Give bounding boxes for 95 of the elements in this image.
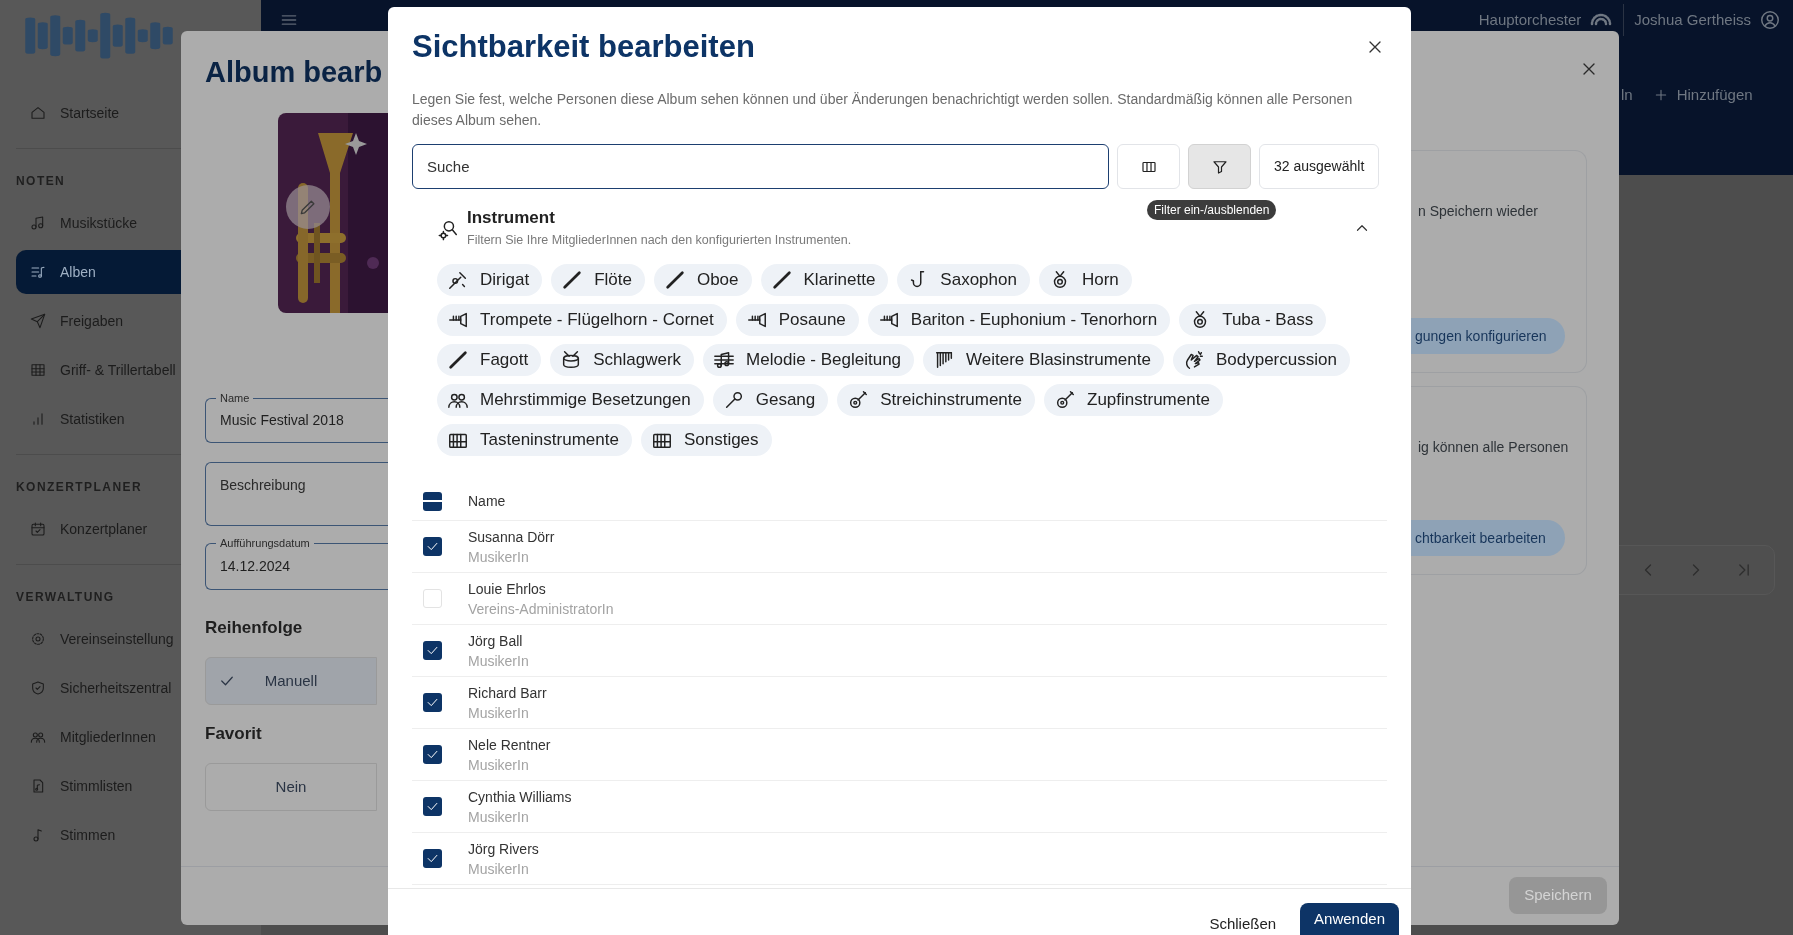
- apply-button[interactable]: Anwenden: [1300, 903, 1399, 935]
- search-field[interactable]: Suche: [412, 144, 1109, 189]
- checkbox[interactable]: [423, 589, 442, 608]
- member-role: MusikerIn: [468, 547, 530, 567]
- flute-icon: [663, 269, 686, 291]
- filter-chip[interactable]: Horn: [1038, 264, 1132, 296]
- close-button[interactable]: Schließen: [1209, 913, 1277, 935]
- flute-icon: [561, 269, 584, 291]
- member-name: Jörg Rivers: [468, 839, 539, 859]
- card-button[interactable]: chtbarkeit bearbeiten: [1411, 520, 1565, 556]
- member-role: MusikerIn: [468, 651, 529, 671]
- section-subtitle: Filtern Sie Ihre MitgliederInnen nach den konfigurierten Instrumenten.: [467, 232, 852, 249]
- filter-chip[interactable]: Flöte: [551, 264, 645, 296]
- field-label: Name: [216, 391, 254, 405]
- section-heading: NOTEN: [16, 173, 67, 190]
- filter-chip[interactable]: Bodypercussion: [1172, 344, 1350, 376]
- filter-chip[interactable]: Weitere Blasinstrumente: [923, 344, 1164, 376]
- filter-chip[interactable]: Klarinette: [760, 264, 889, 296]
- filter-chip[interactable]: Trompete - Flügelhorn - Cornet: [437, 304, 727, 336]
- filter-chip[interactable]: Bariton - Euphonium - Tenorhorn: [867, 304, 1171, 336]
- playlist-icon: [30, 264, 46, 280]
- add-button[interactable]: Hinzufügen: [1652, 84, 1753, 107]
- paper-plane-icon: [30, 313, 46, 329]
- field-value: Music Festival 2018: [220, 411, 344, 430]
- filter-chip[interactable]: Oboe: [653, 264, 752, 296]
- filter-chip[interactable]: Streichinstrumente: [837, 384, 1035, 416]
- shield-icon: [30, 680, 46, 696]
- selection-count: 32 ausgewählt: [1259, 144, 1380, 189]
- filter-chip[interactable]: Sonstiges: [640, 424, 772, 456]
- section-heading: Favorit: [205, 723, 263, 745]
- filter-chip[interactable]: Tasteninstrumente: [437, 424, 632, 456]
- checkbox[interactable]: [423, 641, 442, 660]
- music-notes-icon: [30, 215, 46, 231]
- filter-chip[interactable]: Mehrstimmige Besetzungen: [437, 384, 704, 416]
- field-placeholder: Beschreibung: [220, 476, 306, 495]
- member-role: MusikerIn: [468, 703, 530, 723]
- card-button[interactable]: gungen konfigurieren: [1411, 318, 1565, 354]
- bar-chart-icon: [30, 411, 46, 427]
- people-icon: [30, 729, 46, 745]
- settings-icon: [30, 631, 46, 647]
- filter-chip[interactable]: Schlagwerk: [550, 344, 695, 376]
- dialog-title: Sichtbarkeit bearbeiten: [412, 27, 755, 66]
- guitar-icon: [847, 389, 870, 411]
- filter-chip[interactable]: Tuba - Bass: [1179, 304, 1327, 336]
- org-name: Hauptorchester: [1478, 9, 1582, 30]
- toggle-button[interactable]: Manuell: [205, 657, 377, 705]
- sidebar-item[interactable]: Alben: [16, 250, 181, 294]
- dialog-title: Album bearb: [205, 55, 384, 90]
- member-role: MusikerIn: [468, 755, 530, 775]
- member-name: Nele Rentner: [468, 735, 551, 755]
- home-icon: [30, 105, 46, 121]
- flute-icon: [447, 349, 469, 371]
- checkbox[interactable]: [423, 537, 442, 556]
- member-name: Richard Barr: [468, 683, 547, 703]
- table-icon: [30, 362, 46, 378]
- guitar-icon: [1054, 389, 1076, 411]
- filter-chip[interactable]: Melodie - Begleitung: [703, 344, 915, 376]
- checkbox[interactable]: [423, 797, 442, 816]
- filter-chip[interactable]: Posaune: [735, 304, 859, 336]
- member-role: MusikerIn: [468, 807, 530, 827]
- user-name[interactable]: Joshua Gertheiss: [1634, 8, 1751, 32]
- checkbox[interactable]: [423, 849, 442, 868]
- filter-chip[interactable]: Saxophon: [897, 264, 1030, 296]
- member-name: Susanna Dörr: [468, 527, 555, 547]
- column-header: Name: [468, 491, 506, 511]
- card-text: n Speichern wieder: [1417, 202, 1538, 221]
- calendar-icon: [30, 521, 46, 537]
- card-text: ig können alle Personen: [1417, 438, 1569, 457]
- member-role: Vereins-AdministratorIn: [468, 599, 614, 619]
- filter-chip[interactable]: Dirigat: [437, 264, 543, 296]
- sheet-music-icon: [713, 349, 736, 371]
- section-title: Instrument: [467, 207, 556, 229]
- field-value: 14.12.2024: [220, 557, 291, 576]
- toggle-button[interactable]: Nein: [205, 763, 377, 811]
- checkbox[interactable]: [423, 745, 442, 764]
- document-icon: [30, 778, 46, 794]
- member-role: MusikerIn: [468, 859, 530, 879]
- member-name: Cynthia Williams: [468, 787, 572, 807]
- toolbar-link[interactable]: ln: [1621, 84, 1633, 107]
- columns-button[interactable]: [1117, 144, 1180, 189]
- magnifier-gear-icon: [437, 219, 459, 241]
- flute-icon: [770, 269, 793, 291]
- filter-chip[interactable]: Zupfinstrumente: [1044, 384, 1223, 416]
- user-icon[interactable]: [1759, 9, 1781, 31]
- checkbox[interactable]: [423, 491, 442, 511]
- section-heading: VERWALTUNG: [16, 589, 116, 606]
- section-heading: Reihenfolge: [205, 617, 304, 639]
- tooltip: Filter ein-/ausblenden: [1147, 200, 1277, 220]
- member-name: Louie Ehrlos: [468, 579, 547, 599]
- field-label: Aufführungsdatum: [216, 536, 314, 550]
- filter-chip[interactable]: Gesang: [712, 384, 829, 416]
- checkbox[interactable]: [423, 693, 442, 712]
- member-name: Jörg Ball: [468, 631, 524, 651]
- description-text: Legen Sie fest, welche Personen diese Album sehen können und über Änderungen benachrichtigt werden sollen. Standardmäßig können alle Personen dieses Album sehen.: [412, 90, 1354, 130]
- filter-chip[interactable]: Fagott: [437, 344, 542, 376]
